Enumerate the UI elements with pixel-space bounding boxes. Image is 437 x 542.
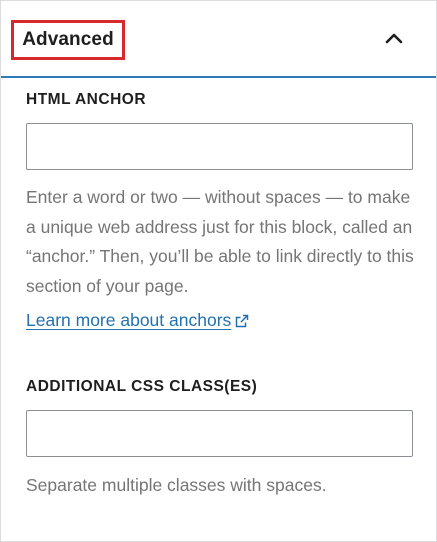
external-link-icon bbox=[236, 314, 249, 327]
html-anchor-label: HTML ANCHOR bbox=[26, 91, 147, 108]
advanced-panel-toggle[interactable]: Advanced bbox=[1, 1, 436, 78]
panel-title: Advanced bbox=[22, 29, 114, 50]
css-classes-help: Separate multiple classes with spaces. bbox=[26, 475, 327, 495]
html-anchor-input[interactable] bbox=[26, 123, 413, 170]
css-classes-label: ADDITIONAL CSS CLASS(ES) bbox=[26, 378, 258, 395]
learn-more-anchors-label[interactable]: Learn more about anchors bbox=[26, 310, 231, 331]
advanced-panel: Advanced HTML ANCHOR Enter a word or two… bbox=[0, 0, 437, 542]
chevron-up-icon[interactable] bbox=[384, 29, 404, 49]
html-anchor-help: Enter a word or two — without spaces — t… bbox=[26, 187, 414, 296]
css-classes-input[interactable] bbox=[26, 410, 413, 457]
highlight-box: Advanced bbox=[11, 20, 125, 60]
learn-more-anchors-link[interactable]: Learn more about anchors bbox=[26, 310, 250, 331]
